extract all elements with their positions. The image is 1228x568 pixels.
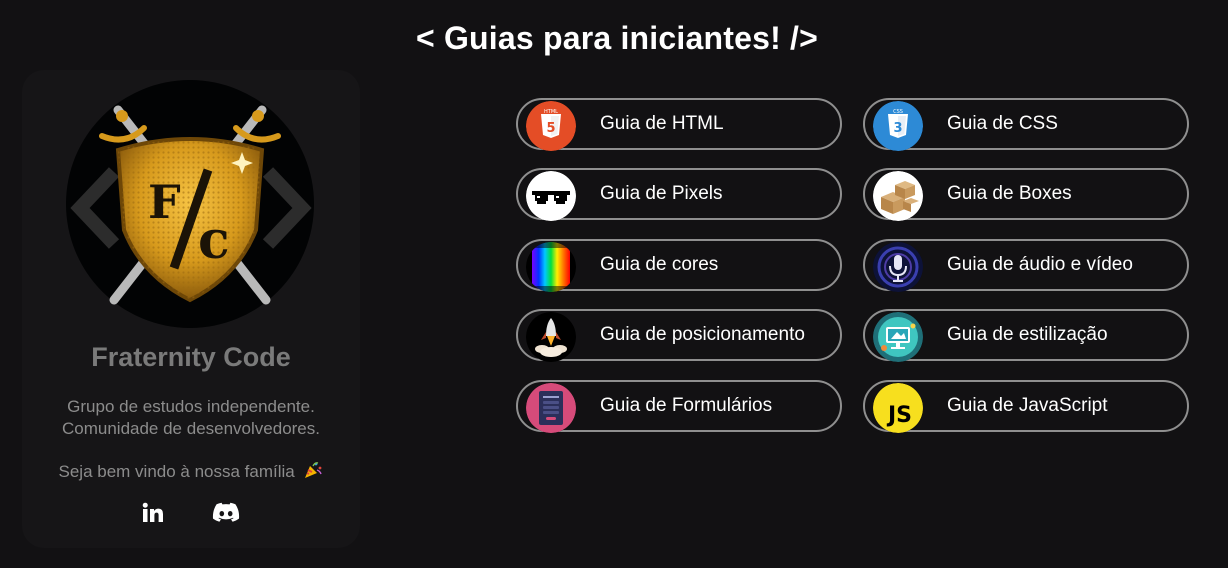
guide-label: Guia de Pixels [600, 183, 723, 204]
guide-label: Guia de cores [600, 254, 719, 275]
svg-text:5: 5 [546, 121, 555, 136]
guide-label: Guia de HTML [600, 113, 724, 134]
discord-link[interactable] [212, 502, 240, 529]
svg-text:CSS: CSS [893, 109, 903, 115]
guide-button-pixels[interactable]: Guia de Pixels [516, 168, 842, 221]
guide-label: Guia de áudio e vídeo [947, 254, 1133, 275]
guide-label: Guia de Formulários [600, 395, 773, 416]
profile-name: Fraternity Code [91, 342, 291, 372]
profile-description-line: Grupo de estudos independente. [67, 397, 315, 416]
fraternity-code-logo: F c [66, 80, 314, 328]
html5-icon: 5 HTML [526, 101, 576, 151]
guide-button-boxes[interactable]: Guia de Boxes [863, 168, 1189, 221]
svg-text:c: c [198, 210, 230, 271]
profile-card: F c Fraternity Code Grupo de estudos ind… [22, 70, 360, 548]
guide-button-css[interactable]: 3 CSS Guia de CSS [863, 98, 1189, 151]
rocket-icon [526, 312, 576, 362]
svg-text:3: 3 [893, 121, 902, 136]
guide-label: Guia de CSS [947, 113, 1058, 134]
svg-text:F: F [148, 175, 181, 229]
microphone-icon [873, 242, 923, 292]
social-links [22, 502, 360, 529]
page: < Guias para iniciantes! /> F c Fraterni… [0, 0, 1228, 568]
linkedin-icon [142, 502, 163, 522]
guide-label: Guia de Boxes [947, 183, 1072, 204]
guide-button-posicionamento[interactable]: Guia de posicionamento [516, 309, 842, 362]
party-popper-icon [303, 460, 323, 480]
welcome-message: Seja bem vindo à nossa família [22, 460, 360, 482]
styling-monitor-icon [873, 312, 923, 362]
guide-label: Guia de estilização [947, 324, 1108, 345]
boxes-icon [873, 171, 923, 221]
page-title: < Guias para iniciantes! /> [415, 20, 818, 56]
svg-text:JS: JS [886, 403, 912, 428]
profile-description: Grupo de estudos independente. Comunidad… [22, 396, 360, 440]
profile-description-line: Comunidade de desenvolvedores. [61, 419, 320, 438]
guide-button-estilizacao[interactable]: Guia de estilização [863, 309, 1189, 362]
pixel-glasses-icon [526, 171, 576, 221]
discord-icon [213, 502, 240, 522]
javascript-icon: JS [873, 383, 923, 433]
linkedin-link[interactable] [142, 502, 164, 529]
guide-button-cores[interactable]: Guia de cores [516, 239, 842, 292]
guide-button-audio-video[interactable]: Guia de áudio e vídeo [863, 239, 1189, 292]
guide-button-html[interactable]: 5 HTML Guia de HTML [516, 98, 842, 151]
color-spectrum-icon [526, 242, 576, 292]
form-icon [526, 383, 576, 433]
css3-icon: 3 CSS [873, 101, 923, 151]
welcome-text: Seja bem vindo à nossa família [58, 462, 295, 481]
guide-button-javascript[interactable]: JS Guia de JavaScript [863, 380, 1189, 433]
svg-text:HTML: HTML [544, 109, 558, 115]
guide-label: Guia de JavaScript [947, 395, 1108, 416]
guide-button-formularios[interactable]: Guia de Formulários [516, 380, 842, 433]
guide-label: Guia de posicionamento [600, 324, 805, 345]
